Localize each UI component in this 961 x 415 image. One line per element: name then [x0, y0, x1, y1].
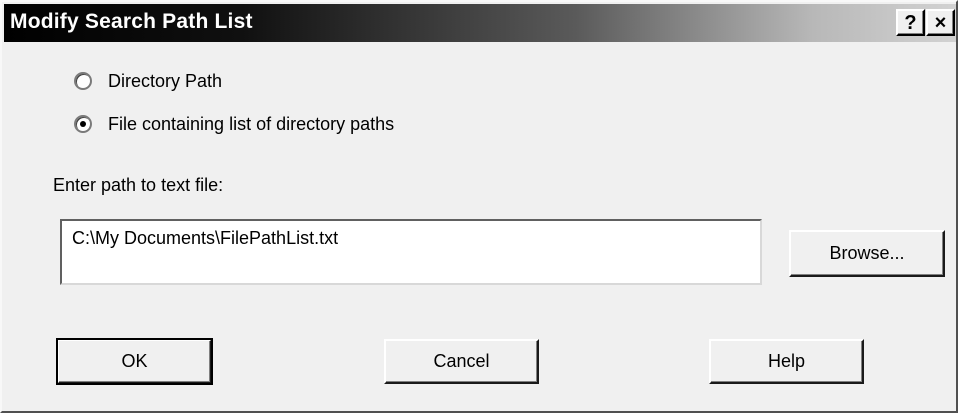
title-help-button[interactable]: ? [896, 9, 925, 36]
question-mark-icon: ? [904, 11, 917, 34]
modify-search-path-dialog: Modify Search Path List ? × Directory Pa… [0, 0, 958, 413]
radio-label-file-list: File containing list of directory paths [108, 113, 395, 134]
radio-button-file-list[interactable] [74, 115, 92, 133]
title-bar: Modify Search Path List ? × [4, 4, 956, 42]
browse-button[interactable]: Browse... [789, 230, 945, 277]
close-icon: × [934, 11, 947, 34]
help-button[interactable]: Help [709, 339, 864, 384]
path-input[interactable]: C:\My Documents\FilePathList.txt [60, 219, 762, 285]
cancel-button[interactable]: Cancel [384, 339, 539, 384]
ok-button[interactable]: OK [56, 338, 213, 385]
title-close-button[interactable]: × [926, 9, 955, 36]
radio-label-directory-path: Directory Path [108, 70, 223, 91]
window-title: Modify Search Path List [10, 10, 253, 33]
radio-button-directory-path[interactable] [74, 72, 92, 90]
radio-directory-path[interactable]: Directory Path [74, 66, 222, 96]
path-field-label: Enter path to text file: [53, 175, 224, 195]
radio-file-list[interactable]: File containing list of directory paths [74, 109, 394, 139]
